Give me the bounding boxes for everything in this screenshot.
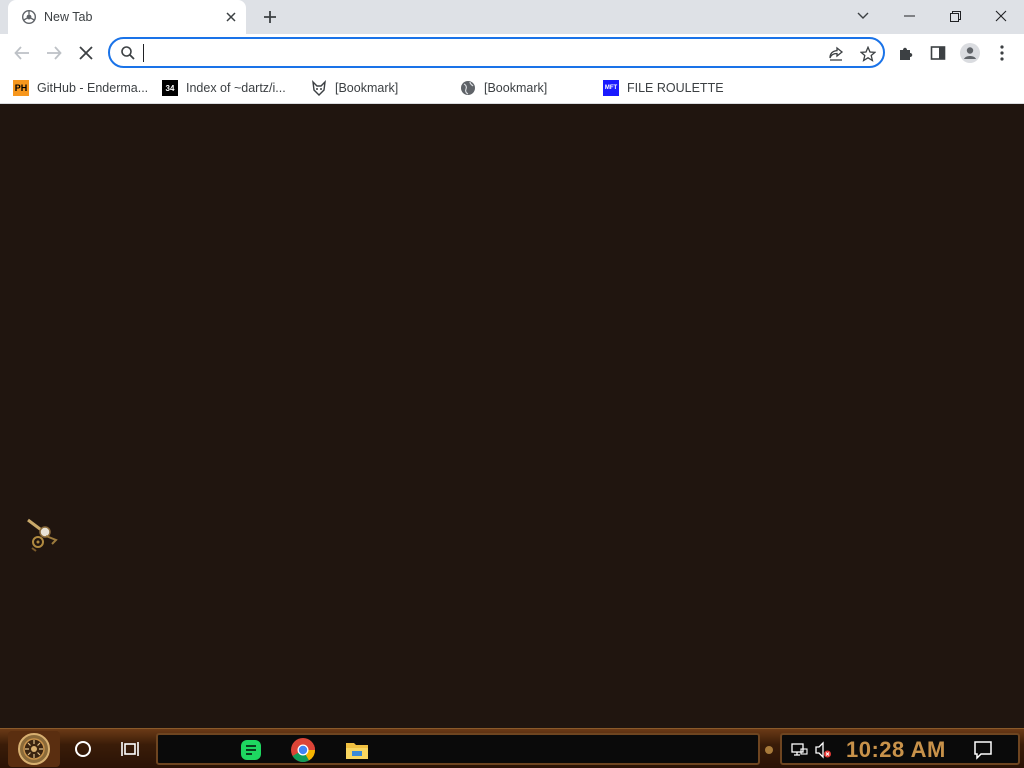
bookmark-label: FILE ROULETTE (627, 81, 724, 95)
chrome-newtab-icon (21, 9, 37, 25)
new-tab-button[interactable] (258, 5, 282, 29)
tab-title: New Tab (44, 10, 93, 24)
address-input[interactable] (142, 42, 782, 63)
green-notes-app-icon[interactable] (238, 737, 264, 763)
chrome-icon[interactable] (290, 737, 316, 763)
bookmark-label: [Bookmark] (335, 81, 399, 95)
kebab-menu-icon[interactable] (988, 39, 1016, 67)
side-panel-icon[interactable] (924, 39, 952, 67)
extensions-puzzle-icon[interactable] (892, 39, 920, 67)
address-bar[interactable] (108, 37, 885, 68)
tab-new-tab[interactable]: New Tab (8, 0, 246, 34)
network-icon[interactable] (790, 741, 808, 759)
tab-search-chevron-down-icon[interactable] (840, 0, 886, 32)
search-icon (120, 45, 136, 61)
volume-muted-icon[interactable] (814, 741, 832, 759)
tab-close-icon[interactable] (222, 8, 240, 26)
file-explorer-icon[interactable] (344, 737, 370, 763)
bookmark-item[interactable]: [Bookmark] (460, 76, 547, 100)
globe-icon (460, 80, 476, 96)
system-tray: 10:28 AM (780, 733, 1020, 765)
show-hidden-icons-icon[interactable] (764, 743, 774, 755)
bookmark-item[interactable]: MFT FILE ROULETTE (603, 76, 724, 100)
restore-button[interactable] (932, 0, 978, 32)
start-button[interactable] (8, 731, 60, 767)
text-caret (143, 44, 144, 62)
taskbar: 10:28 AM (0, 728, 1024, 768)
fox-icon (311, 80, 327, 96)
bookmark-label: [Bookmark] (484, 81, 548, 95)
bookmark-item[interactable]: PH GitHub - Enderma... (13, 76, 148, 100)
share-icon[interactable] (826, 44, 846, 64)
bookmark-label: GitHub - Enderma... (37, 81, 149, 95)
bookmarks-bar: PH GitHub - Enderma... 34 Index of ~dart… (0, 72, 1024, 104)
tab-strip: New Tab (0, 0, 1024, 34)
stop-loading-button[interactable] (72, 39, 100, 67)
back-button[interactable] (8, 39, 36, 67)
forward-button[interactable] (40, 39, 68, 67)
taskbar-apps-rail (156, 733, 760, 765)
close-window-button[interactable] (978, 0, 1024, 32)
bookmark-label: Index of ~dartz/i... (186, 81, 286, 95)
new-tab-page (0, 104, 1024, 728)
34-favicon-icon: 34 (162, 80, 178, 96)
bookmark-star-icon[interactable] (858, 44, 878, 64)
minimize-button[interactable] (886, 0, 932, 32)
notification-center-icon[interactable] (972, 740, 994, 760)
bookmark-item[interactable]: [Bookmark] (311, 76, 398, 100)
ph-favicon-icon: PH (13, 80, 29, 96)
bookmark-item[interactable]: 34 Index of ~dartz/i... (162, 76, 286, 100)
browser-toolbar (0, 34, 1024, 72)
taskbar-clock[interactable]: 10:28 AM (846, 737, 946, 763)
cortana-circle-icon[interactable] (73, 739, 93, 759)
profile-avatar-icon[interactable] (956, 39, 984, 67)
task-view-icon[interactable] (119, 738, 141, 760)
mft-favicon-icon: MFT (603, 80, 619, 96)
steampunk-cursor-icon (26, 518, 60, 554)
